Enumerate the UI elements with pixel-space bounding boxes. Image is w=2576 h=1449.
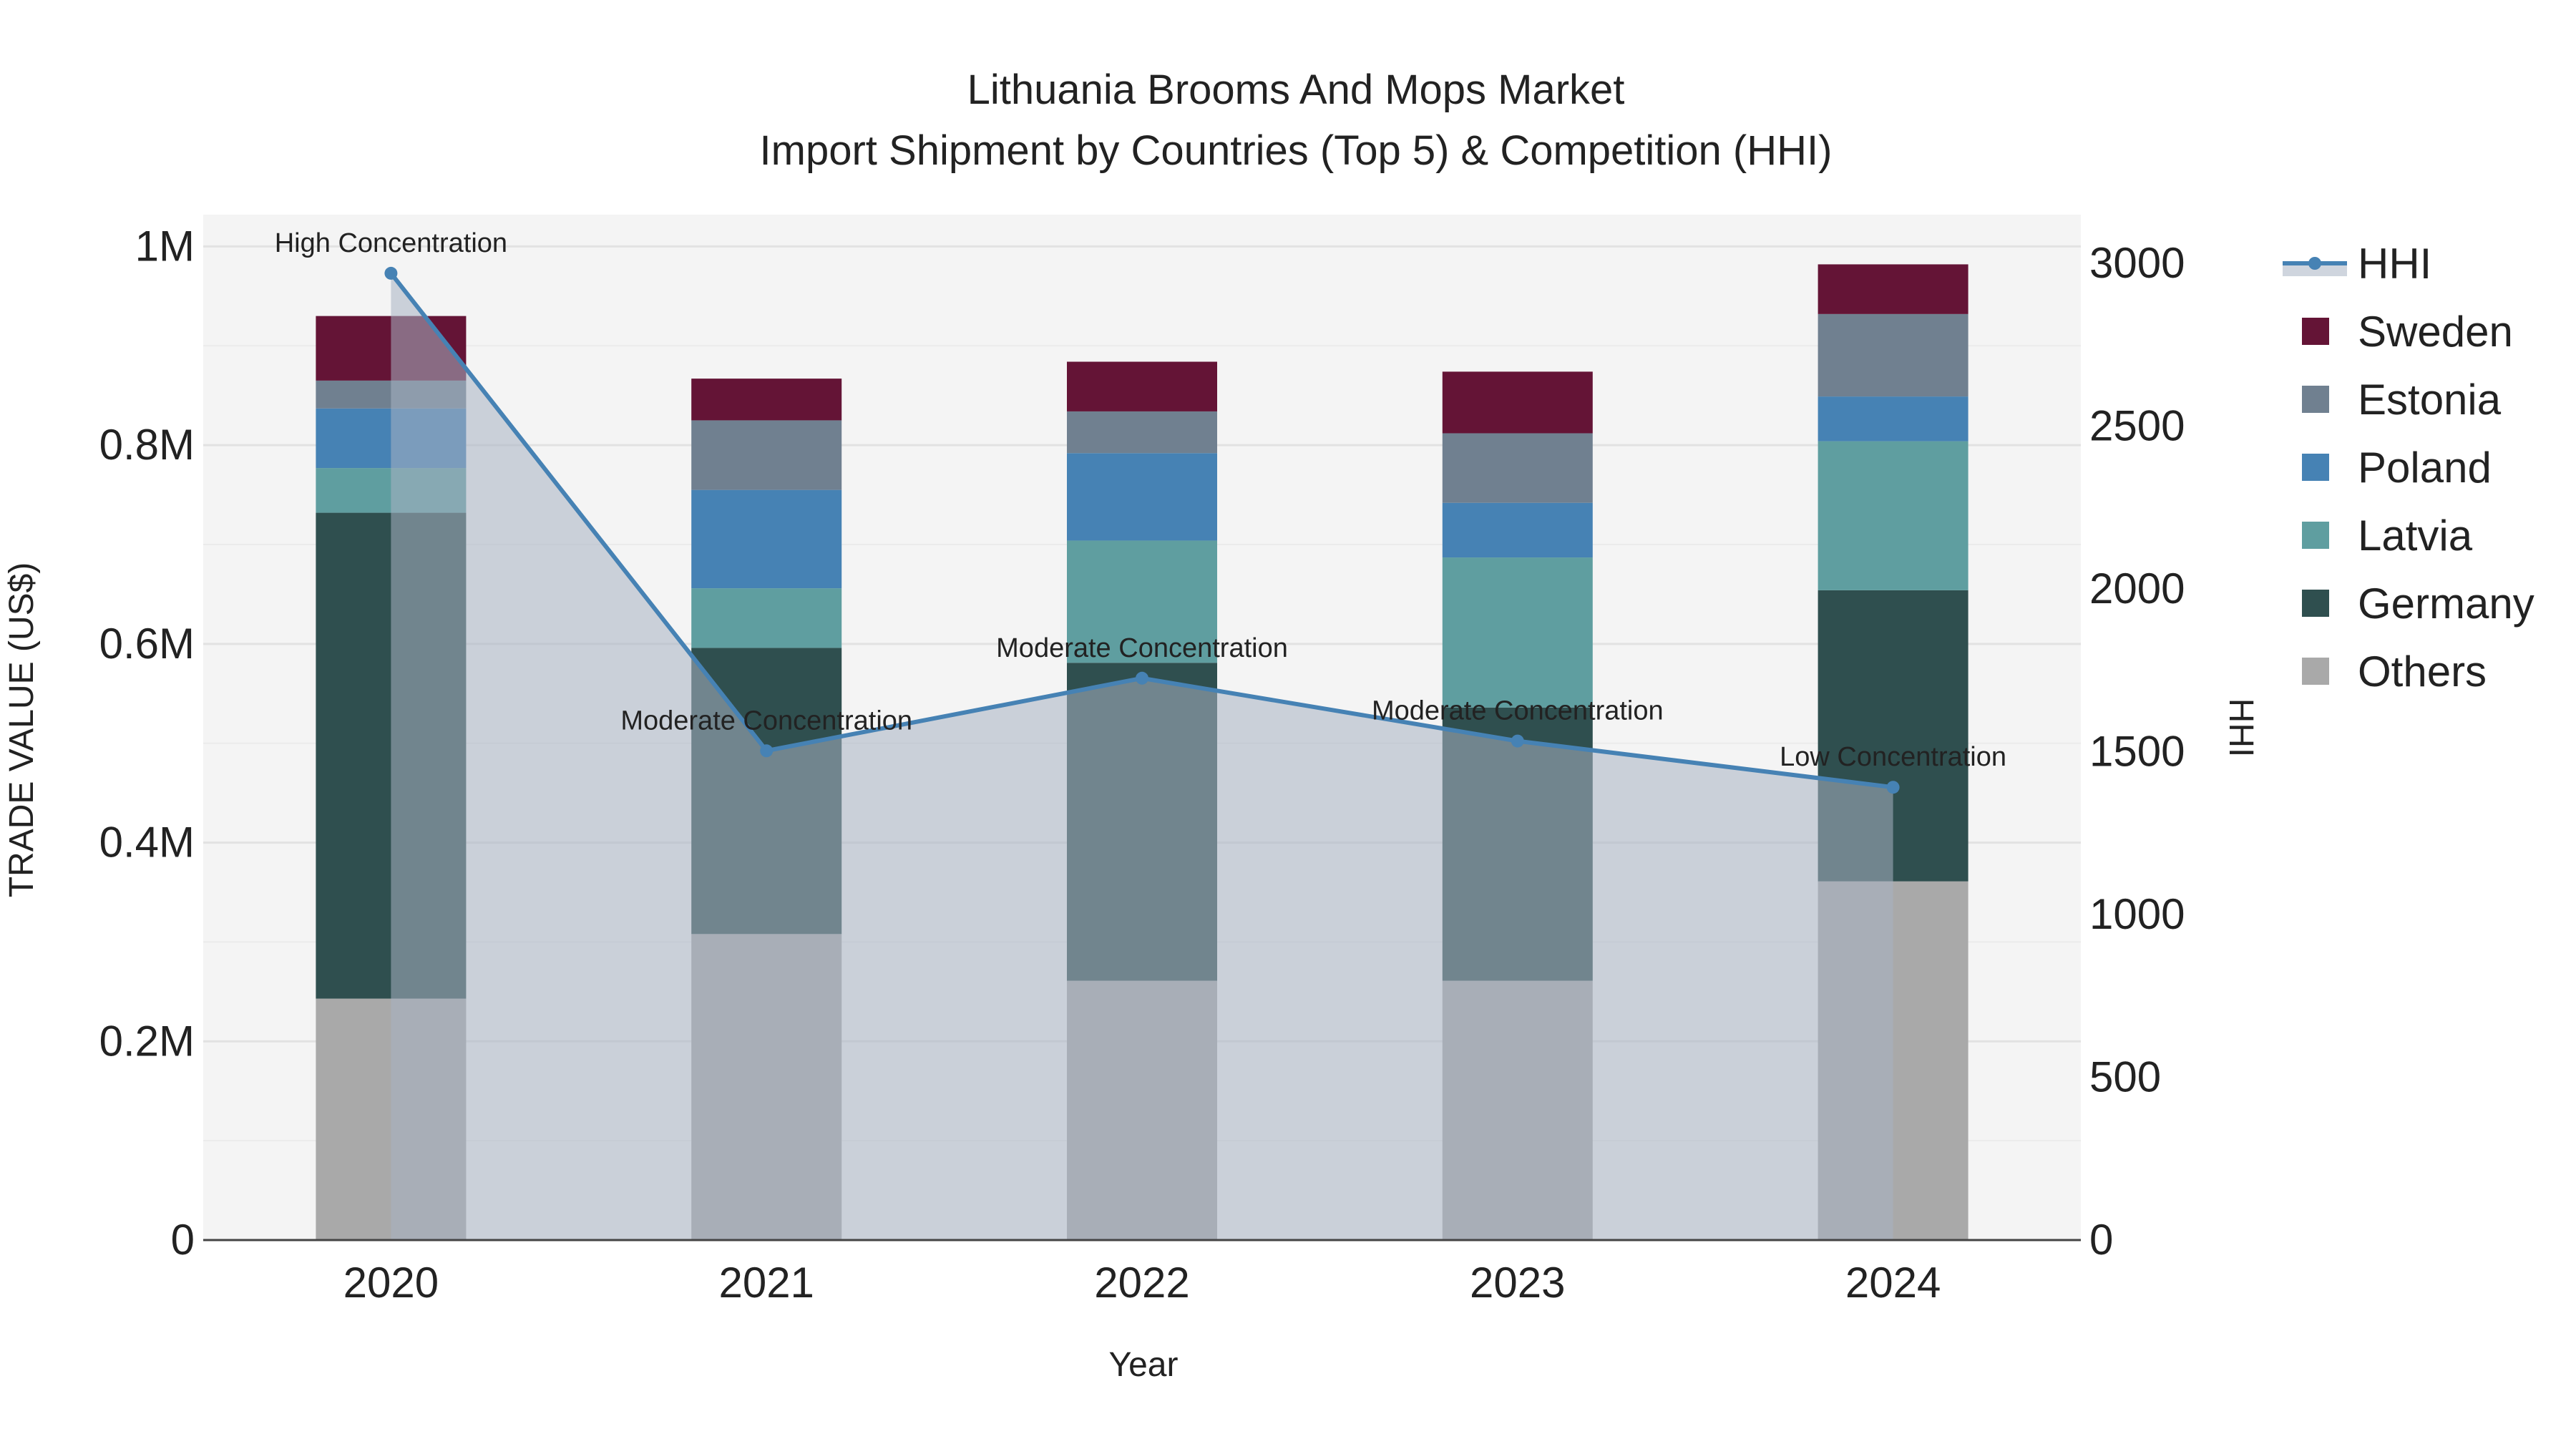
y-tick-label: 0.6M [99, 620, 195, 668]
y-tick-label: 0.2M [99, 1017, 195, 1065]
legend-swatch-poland [2302, 454, 2329, 481]
y2-tick-label: 2000 [2089, 565, 2185, 613]
bar-poland-2024 [1818, 396, 1968, 441]
legend-label-estonia: Estonia [2358, 376, 2502, 424]
bar-latvia-2024 [1818, 441, 1968, 590]
y2-tick-label: 1500 [2089, 728, 2185, 776]
legend-swatch-germany [2302, 590, 2329, 617]
bar-estonia-2023 [1442, 433, 1593, 503]
chart-title: Lithuania Brooms And Mops Market [967, 67, 1625, 113]
bar-estonia-2024 [1818, 313, 1968, 397]
y-axis-ticks: 0 0.2M 0.4M 0.6M 0.8M 1M [99, 222, 195, 1264]
bar-estonia-2021 [691, 420, 842, 490]
y2-tick-label: 3000 [2089, 239, 2185, 287]
y2-axis-title: HHI [2222, 698, 2260, 758]
y-axis-title: TRADE VALUE (US$) [3, 562, 41, 898]
hhi-point-2024 [1886, 781, 1900, 794]
bar-poland-2021 [691, 489, 842, 589]
x-axis-ticks: 2020 2021 2022 2023 2024 [343, 1259, 1941, 1307]
y2-axis-ticks: 0 500 1000 1500 2000 2500 3000 [2089, 239, 2185, 1264]
x-axis-title: Year [1109, 1346, 1179, 1384]
y2-tick-label: 1000 [2089, 890, 2185, 938]
legend-label-hhi: HHI [2358, 240, 2431, 288]
hhi-point-2023 [1511, 734, 1524, 748]
hhi-annotation: High Concentration [275, 228, 507, 258]
legend: HHI Sweden Estonia Poland Latvia Germany Other… [2283, 240, 2534, 696]
y-tick-label: 0 [171, 1216, 195, 1264]
legend-swatch-latvia [2302, 522, 2329, 549]
chart: High Concentration Moderate Concentration… [3, 67, 2534, 1384]
legend-label-germany: Germany [2358, 580, 2534, 628]
bar-poland-2022 [1067, 453, 1217, 541]
y-tick-label: 0.8M [99, 421, 195, 469]
legend-label-others: Others [2358, 648, 2487, 696]
hhi-annotation: Low Concentration [1780, 742, 2006, 772]
hhi-annotation: Moderate Concentration [1372, 696, 1664, 726]
x-tick-label: 2021 [718, 1259, 814, 1307]
bar-poland-2023 [1442, 502, 1593, 558]
legend-label-latvia: Latvia [2358, 512, 2473, 560]
legend-label-sweden: Sweden [2358, 308, 2513, 356]
y-tick-label: 1M [135, 222, 195, 270]
y2-tick-label: 2500 [2089, 402, 2185, 450]
hhi-point-2021 [760, 744, 774, 758]
bar-estonia-2022 [1067, 411, 1217, 454]
legend-swatch-others [2302, 658, 2329, 685]
bar-sweden-2021 [691, 379, 842, 421]
y2-tick-label: 0 [2089, 1216, 2113, 1264]
x-tick-label: 2023 [1470, 1259, 1565, 1307]
hhi-point-2022 [1136, 671, 1148, 685]
bar-latvia-2023 [1442, 557, 1593, 708]
x-tick-label: 2022 [1094, 1259, 1189, 1307]
legend-hhi-marker [2308, 257, 2321, 270]
y2-tick-label: 500 [2089, 1053, 2161, 1101]
hhi-annotation: Moderate Concentration [996, 633, 1288, 663]
bar-sweden-2023 [1442, 371, 1593, 434]
legend-swatch-sweden [2302, 318, 2329, 345]
hhi-annotation: Moderate Concentration [620, 706, 912, 736]
bar-sweden-2024 [1818, 264, 1968, 314]
bar-latvia-2021 [691, 588, 842, 648]
x-tick-label: 2020 [343, 1259, 439, 1307]
chart-subtitle: Import Shipment by Countries (Top 5) & C… [760, 127, 1833, 174]
x-tick-label: 2024 [1845, 1259, 1941, 1307]
y-tick-label: 0.4M [99, 819, 195, 867]
hhi-point-2020 [384, 266, 398, 280]
bar-sweden-2022 [1067, 361, 1217, 411]
legend-swatch-estonia [2302, 386, 2329, 413]
legend-label-poland: Poland [2358, 444, 2492, 492]
